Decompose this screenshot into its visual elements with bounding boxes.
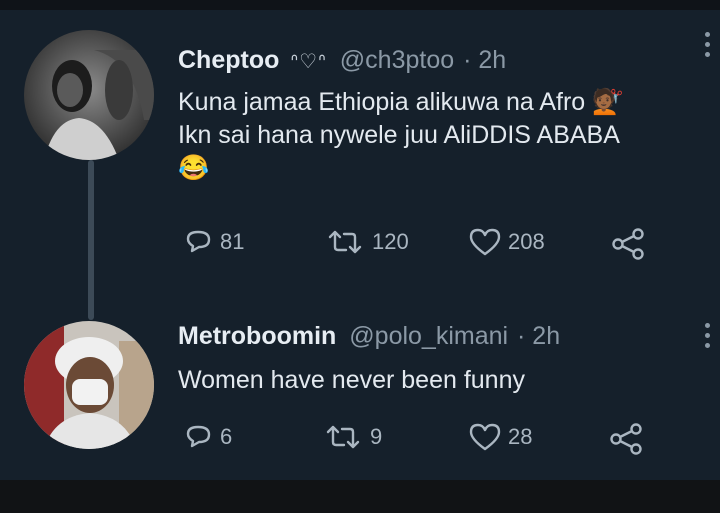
bottom-edge [0, 480, 720, 513]
share-icon [612, 228, 644, 260]
handle[interactable]: @ch3ptoo [340, 46, 454, 74]
tweet-text: Women have never been funny [178, 364, 525, 397]
like-button[interactable]: 208 [468, 227, 545, 257]
tweet-actions: 6 9 28 [184, 422, 664, 462]
share-button[interactable] [608, 422, 644, 456]
tweet-header: Cheptoo ᐢ♡ᐢ @ch3ptoo · 2h [178, 46, 506, 75]
avatar[interactable] [24, 321, 154, 449]
tweet-line: Women have never been funny [178, 366, 525, 394]
top-edge [0, 0, 720, 10]
reply-icon [186, 230, 211, 253]
like-count: 208 [508, 229, 545, 254]
tweet-text: Kuna jamaa Ethiopia alikuwa na Afro 💇🏾 I… [178, 86, 623, 185]
retweet-button[interactable]: 9 [322, 422, 382, 452]
retweet-count: 9 [370, 424, 383, 449]
reply-button[interactable]: 81 [184, 227, 244, 257]
retweet-count: 120 [372, 229, 409, 254]
reply-icon [186, 425, 211, 448]
heart-icon [469, 228, 501, 256]
timestamp[interactable]: · 2h [517, 322, 560, 350]
more-vertical-icon[interactable] [702, 323, 712, 357]
heart-icon [469, 423, 501, 451]
share-button[interactable] [610, 227, 646, 261]
tweet-line: Ikn sai hana nywele juu AliDDIS ABABA [178, 121, 620, 149]
reply-button[interactable]: 6 [184, 422, 232, 452]
share-icon [610, 423, 642, 455]
more-vertical-icon[interactable] [702, 32, 712, 66]
like-button[interactable]: 28 [468, 422, 532, 452]
reply-count: 81 [220, 229, 245, 254]
tweet-actions: 81 120 208 [184, 227, 664, 267]
reply-count: 6 [220, 424, 233, 449]
display-name[interactable]: Cheptoo [178, 46, 279, 74]
retweet-icon [328, 230, 362, 254]
name-decoration: ᐢ♡ᐢ [290, 51, 327, 73]
avatar[interactable] [24, 30, 154, 160]
tweet-line: 😂 [178, 154, 210, 182]
thread-connector-line [88, 160, 94, 320]
retweet-icon [326, 425, 360, 449]
tweet-header: Metroboomin @polo_kimani · 2h [178, 322, 560, 351]
tweet-line: Kuna jamaa Ethiopia alikuwa na Afro 💇🏾 [178, 88, 624, 116]
display-name[interactable]: Metroboomin [178, 322, 336, 350]
like-count: 28 [508, 424, 533, 449]
retweet-button[interactable]: 120 [324, 227, 409, 257]
timestamp[interactable]: · 2h [463, 46, 506, 74]
handle[interactable]: @polo_kimani [349, 322, 508, 350]
